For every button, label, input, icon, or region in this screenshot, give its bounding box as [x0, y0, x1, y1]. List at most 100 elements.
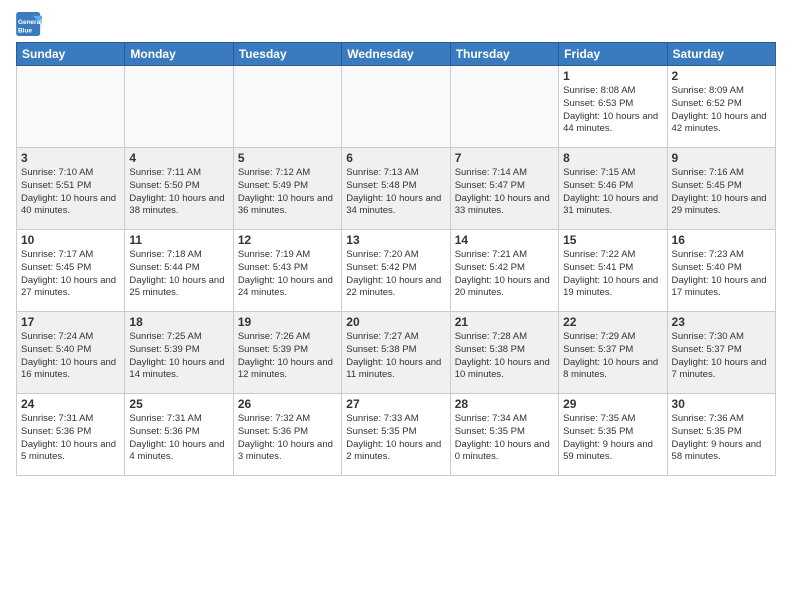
weekday-header-row: SundayMondayTuesdayWednesdayThursdayFrid…	[17, 43, 776, 66]
day-cell: 21Sunrise: 7:28 AM Sunset: 5:38 PM Dayli…	[450, 312, 558, 394]
day-info: Sunrise: 7:14 AM Sunset: 5:47 PM Dayligh…	[455, 167, 554, 218]
day-number: 16	[672, 233, 771, 247]
day-info: Sunrise: 7:32 AM Sunset: 5:36 PM Dayligh…	[238, 413, 337, 464]
day-number: 22	[563, 315, 662, 329]
day-info: Sunrise: 7:34 AM Sunset: 5:35 PM Dayligh…	[455, 413, 554, 464]
day-cell: 25 Sunrise: 7:31 AM Sunset: 5:36 PM Dayli…	[125, 394, 233, 476]
day-cell: 17Sunrise: 7:24 AM Sunset: 5:40 PM Dayli…	[17, 312, 125, 394]
day-info: Sunrise: 7:11 AM Sunset: 5:50 PM Dayligh…	[129, 167, 228, 218]
day-info: Sunrise: 7:12 AM Sunset: 5:49 PM Dayligh…	[238, 167, 337, 218]
day-cell: 8 Sunrise: 7:15 AM Sunset: 5:46 PM Daylig…	[559, 148, 667, 230]
day-info: Sunrise: 7:35 AM Sunset: 5:35 PM Dayligh…	[563, 413, 662, 464]
day-cell: 22 Sunrise: 7:29 AM Sunset: 5:37 PM Dayli…	[559, 312, 667, 394]
day-number: 27	[346, 397, 445, 411]
day-number: 6	[346, 151, 445, 165]
day-info: Sunrise: 7:31 AM Sunset: 5:36 PM Dayligh…	[21, 413, 120, 464]
empty-cell	[342, 66, 450, 148]
day-cell: 16 Sunrise: 7:23 AM Sunset: 5:40 PM Dayli…	[667, 230, 775, 312]
day-number: 11	[129, 233, 228, 247]
empty-cell	[233, 66, 341, 148]
day-cell: 28 Sunrise: 7:34 AM Sunset: 5:35 PM Dayli…	[450, 394, 558, 476]
calendar-week-row: 3 Sunrise: 7:10 AM Sunset: 5:51 PM Daylig…	[17, 148, 776, 230]
day-cell: 1 Sunrise: 8:08 AM Sunset: 6:53 PM Daylig…	[559, 66, 667, 148]
day-cell: 23 Sunrise: 7:30 AM Sunset: 5:37 PM Dayli…	[667, 312, 775, 394]
day-number: 1	[563, 69, 662, 83]
day-info: Sunrise: 7:20 AM Sunset: 5:42 PM Dayligh…	[346, 249, 445, 300]
calendar-week-row: 24 Sunrise: 7:31 AM Sunset: 5:36 PM Dayli…	[17, 394, 776, 476]
day-cell: 14 Sunrise: 7:21 AM Sunset: 5:42 PM Dayli…	[450, 230, 558, 312]
day-number: 3	[21, 151, 120, 165]
weekday-header-tuesday: Tuesday	[233, 43, 341, 66]
day-cell: 24 Sunrise: 7:31 AM Sunset: 5:36 PM Dayli…	[17, 394, 125, 476]
day-info: Sunrise: 8:09 AM Sunset: 6:52 PM Dayligh…	[672, 85, 771, 136]
day-info: Sunrise: 7:27 AM Sunset: 5:38 PM Dayligh…	[346, 331, 445, 382]
day-cell: 26 Sunrise: 7:32 AM Sunset: 5:36 PM Dayli…	[233, 394, 341, 476]
day-cell: 3 Sunrise: 7:10 AM Sunset: 5:51 PM Daylig…	[17, 148, 125, 230]
weekday-header-thursday: Thursday	[450, 43, 558, 66]
day-cell: 5 Sunrise: 7:12 AM Sunset: 5:49 PM Daylig…	[233, 148, 341, 230]
day-number: 13	[346, 233, 445, 247]
calendar-week-row: 1 Sunrise: 8:08 AM Sunset: 6:53 PM Daylig…	[17, 66, 776, 148]
day-info: Sunrise: 7:31 AM Sunset: 5:36 PM Dayligh…	[129, 413, 228, 464]
day-info: Sunrise: 7:24 AM Sunset: 5:40 PM Dayligh…	[21, 331, 120, 382]
svg-text:Blue: Blue	[18, 27, 32, 34]
day-cell: 9 Sunrise: 7:16 AM Sunset: 5:45 PM Daylig…	[667, 148, 775, 230]
day-cell: 7 Sunrise: 7:14 AM Sunset: 5:47 PM Daylig…	[450, 148, 558, 230]
day-cell: 6 Sunrise: 7:13 AM Sunset: 5:48 PM Daylig…	[342, 148, 450, 230]
weekday-header-wednesday: Wednesday	[342, 43, 450, 66]
day-number: 12	[238, 233, 337, 247]
day-info: Sunrise: 7:28 AM Sunset: 5:38 PM Dayligh…	[455, 331, 554, 382]
day-info: Sunrise: 8:08 AM Sunset: 6:53 PM Dayligh…	[563, 85, 662, 136]
calendar-container: General Blue SundayMondayTuesdayWednesda…	[0, 0, 792, 612]
day-cell: 27 Sunrise: 7:33 AM Sunset: 5:35 PM Dayli…	[342, 394, 450, 476]
day-number: 19	[238, 315, 337, 329]
day-info: Sunrise: 7:16 AM Sunset: 5:45 PM Dayligh…	[672, 167, 771, 218]
weekday-header-monday: Monday	[125, 43, 233, 66]
day-number: 5	[238, 151, 337, 165]
day-number: 24	[21, 397, 120, 411]
empty-cell	[450, 66, 558, 148]
day-cell: 19Sunrise: 7:26 AM Sunset: 5:39 PM Dayli…	[233, 312, 341, 394]
day-number: 9	[672, 151, 771, 165]
day-info: Sunrise: 7:10 AM Sunset: 5:51 PM Dayligh…	[21, 167, 120, 218]
day-cell: 10Sunrise: 7:17 AM Sunset: 5:45 PM Dayli…	[17, 230, 125, 312]
day-cell: 11Sunrise: 7:18 AM Sunset: 5:44 PM Dayli…	[125, 230, 233, 312]
day-info: Sunrise: 7:25 AM Sunset: 5:39 PM Dayligh…	[129, 331, 228, 382]
day-cell: 18 Sunrise: 7:25 AM Sunset: 5:39 PM Dayli…	[125, 312, 233, 394]
logo: General Blue	[16, 12, 44, 36]
day-number: 28	[455, 397, 554, 411]
day-cell: 4 Sunrise: 7:11 AM Sunset: 5:50 PM Daylig…	[125, 148, 233, 230]
day-cell: 12Sunrise: 7:19 AM Sunset: 5:43 PM Dayli…	[233, 230, 341, 312]
day-number: 30	[672, 397, 771, 411]
day-cell: 13 Sunrise: 7:20 AM Sunset: 5:42 PM Dayli…	[342, 230, 450, 312]
day-cell: 15Sunrise: 7:22 AM Sunset: 5:41 PM Dayli…	[559, 230, 667, 312]
day-number: 8	[563, 151, 662, 165]
day-info: Sunrise: 7:21 AM Sunset: 5:42 PM Dayligh…	[455, 249, 554, 300]
day-number: 20	[346, 315, 445, 329]
day-number: 4	[129, 151, 228, 165]
day-info: Sunrise: 7:33 AM Sunset: 5:35 PM Dayligh…	[346, 413, 445, 464]
weekday-header-friday: Friday	[559, 43, 667, 66]
weekday-header-saturday: Saturday	[667, 43, 775, 66]
day-number: 7	[455, 151, 554, 165]
day-info: Sunrise: 7:15 AM Sunset: 5:46 PM Dayligh…	[563, 167, 662, 218]
day-info: Sunrise: 7:36 AM Sunset: 5:35 PM Dayligh…	[672, 413, 771, 464]
day-number: 25	[129, 397, 228, 411]
day-info: Sunrise: 7:23 AM Sunset: 5:40 PM Dayligh…	[672, 249, 771, 300]
day-cell: 29 Sunrise: 7:35 AM Sunset: 5:35 PM Dayli…	[559, 394, 667, 476]
day-number: 14	[455, 233, 554, 247]
empty-cell	[125, 66, 233, 148]
day-number: 10	[21, 233, 120, 247]
day-number: 26	[238, 397, 337, 411]
day-info: Sunrise: 7:13 AM Sunset: 5:48 PM Dayligh…	[346, 167, 445, 218]
calendar-week-row: 17Sunrise: 7:24 AM Sunset: 5:40 PM Dayli…	[17, 312, 776, 394]
day-cell: 30 Sunrise: 7:36 AM Sunset: 5:35 PM Dayli…	[667, 394, 775, 476]
day-number: 23	[672, 315, 771, 329]
day-number: 29	[563, 397, 662, 411]
day-number: 18	[129, 315, 228, 329]
day-info: Sunrise: 7:29 AM Sunset: 5:37 PM Dayligh…	[563, 331, 662, 382]
day-info: Sunrise: 7:22 AM Sunset: 5:41 PM Dayligh…	[563, 249, 662, 300]
svg-text:General: General	[18, 19, 42, 26]
day-cell: 20 Sunrise: 7:27 AM Sunset: 5:38 PM Dayli…	[342, 312, 450, 394]
day-info: Sunrise: 7:30 AM Sunset: 5:37 PM Dayligh…	[672, 331, 771, 382]
